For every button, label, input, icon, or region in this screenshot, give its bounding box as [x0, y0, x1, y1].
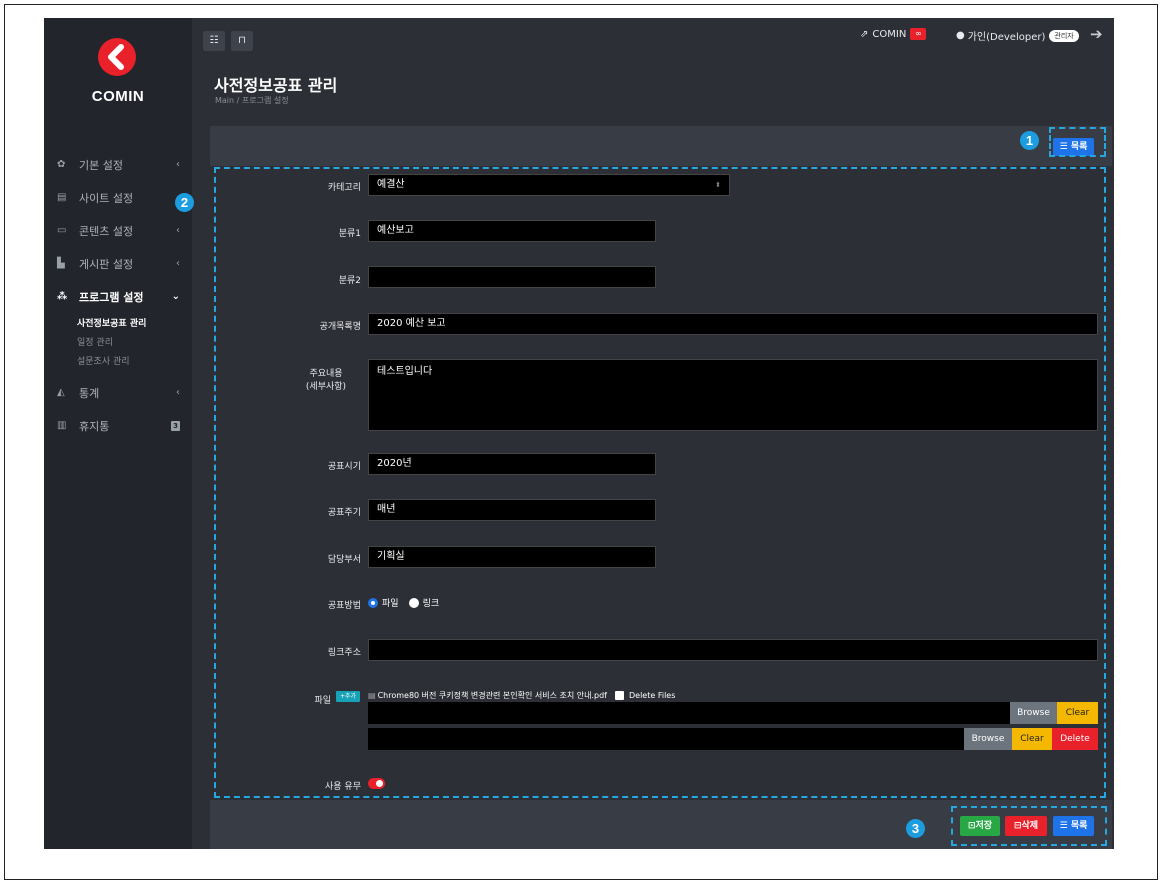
admin-app: COMIN ✿ 기본 설정 ‹ ▤ 사이트 설정 ▭ 콘텐츠 설정 ‹ ▙ 게시…	[44, 18, 1114, 849]
sidebar-item-basic[interactable]: ✿ 기본 설정 ‹	[44, 148, 192, 181]
sidebar-item-content[interactable]: ▭ 콘텐츠 설정 ‹	[44, 214, 192, 247]
link-icon[interactable]: ∞	[910, 28, 927, 40]
sidebar-item-site[interactable]: ▤ 사이트 설정	[44, 181, 192, 214]
chevron-down-icon: ⌄	[171, 291, 180, 302]
sidebar-item-label: 게시판 설정	[79, 257, 134, 271]
user-icon: ●	[956, 30, 965, 41]
sidebar-menu: ✿ 기본 설정 ‹ ▤ 사이트 설정 ▭ 콘텐츠 설정 ‹ ▙ 게시판 설정 ‹…	[44, 148, 192, 442]
trash-count-badge: 3	[171, 420, 180, 431]
sidebar-item-label: 기본 설정	[79, 158, 123, 172]
chevron-left-icon: ‹	[176, 387, 180, 398]
sidebar-item-label: 통계	[79, 386, 100, 400]
annotation-marker-1: 1	[1020, 131, 1039, 150]
page-title: 사전정보공표 관리	[214, 76, 338, 95]
sidebar-item-board[interactable]: ▙ 게시판 설정 ‹	[44, 247, 192, 280]
sidebar-item-label: 콘텐츠 설정	[79, 224, 134, 238]
external-link-icon: ⇗	[860, 28, 869, 40]
gear-icon: ✿	[57, 158, 66, 170]
sidebar-item-label: 사이트 설정	[79, 191, 134, 205]
list-icon: ☷	[209, 35, 219, 46]
site-link[interactable]: ⇗ COMIN ∞	[860, 28, 927, 40]
annotation-marker-3: 3	[906, 819, 925, 838]
sidebar-subitem-survey[interactable]: 설문조사 관리	[44, 351, 192, 370]
lock-button[interactable]: ⊓	[231, 31, 253, 51]
annotation-box-2	[214, 167, 1106, 798]
annotation-box-3	[951, 806, 1107, 846]
sidebar-item-program[interactable]: ⁂ 프로그램 설정 ⌄	[44, 280, 192, 313]
sidebar-subitem-schedule[interactable]: 일정 관리	[44, 332, 192, 351]
sidebar-item-label: 프로그램 설정	[79, 290, 144, 304]
chevron-left-icon: ‹	[176, 225, 180, 236]
chevron-left-icon: ‹	[176, 258, 180, 269]
chevron-left-icon: ‹	[176, 159, 180, 170]
sidebar-item-trash[interactable]: ▥ 휴지통 3	[44, 409, 192, 442]
user-name: 가인(Developer)	[967, 32, 1046, 43]
user-menu[interactable]: ● 가인(Developer) 관리자	[956, 28, 1079, 43]
annotation-box-1	[1049, 127, 1106, 157]
trash-icon: ▥	[57, 419, 67, 431]
breadcrumb[interactable]: Main / 프로그램 설정	[215, 95, 289, 106]
sidebar-subitem-disclosure[interactable]: 사전정보공표 관리	[44, 313, 192, 332]
menu-toggle-button[interactable]: ☷	[203, 31, 225, 51]
sidebar-item-label: 휴지통	[79, 419, 110, 433]
sidebar-item-stats[interactable]: ◭ 통계 ‹	[44, 376, 192, 409]
chart-area-icon: ◭	[57, 386, 65, 398]
site-link-label: COMIN	[872, 28, 907, 40]
server-icon: ▤	[57, 191, 67, 203]
top-bar: ☷ ⊓ ⇗ COMIN ∞ ● 가인(Developer) 관리자 ➔	[192, 18, 1114, 62]
logo-mark-icon	[98, 38, 136, 76]
role-badge: 관리자	[1049, 29, 1079, 42]
annotation-marker-2: 2	[175, 193, 194, 212]
sidebar: COMIN ✿ 기본 설정 ‹ ▤ 사이트 설정 ▭ 콘텐츠 설정 ‹ ▙ 게시…	[44, 18, 192, 849]
content-icon: ▭	[57, 224, 67, 236]
logo[interactable]: COMIN	[44, 18, 192, 118]
logo-text: COMIN	[91, 88, 145, 105]
top-toolbar: ☰ 목록	[210, 126, 1112, 166]
comments-icon: ▙	[57, 257, 65, 269]
logout-icon[interactable]: ➔	[1090, 25, 1103, 43]
unlock-icon: ⊓	[238, 35, 246, 46]
sitemap-icon: ⁂	[57, 290, 68, 302]
